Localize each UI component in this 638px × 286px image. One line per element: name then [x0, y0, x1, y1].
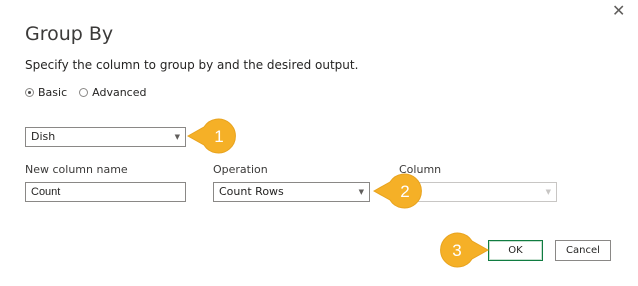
callout-1-number: 1 [214, 127, 223, 146]
chevron-down-icon: ▼ [545, 188, 551, 196]
operation-dropdown[interactable]: Count Rows ▼ [213, 182, 370, 202]
cancel-button[interactable]: Cancel [555, 240, 611, 261]
operation-label: Operation [213, 163, 268, 176]
callout-1-badge: 1 [186, 118, 236, 154]
new-column-name-label: New column name [25, 163, 128, 176]
callout-3-badge: 3 [440, 232, 490, 268]
chevron-down-icon: ▼ [358, 188, 364, 196]
radio-advanced-indicator [79, 88, 89, 97]
callout-2-badge: 2 [372, 173, 422, 209]
operation-value: Count Rows [219, 185, 284, 198]
chevron-down-icon: ▼ [174, 133, 180, 141]
group-by-column-value: Dish [31, 130, 56, 143]
radio-basic-label: Basic [38, 86, 68, 99]
dialog-subtitle: Specify the column to group by and the d… [25, 58, 359, 72]
callout-3-number: 3 [452, 241, 461, 260]
mode-radio-group: Basic Advanced [25, 86, 158, 99]
radio-basic[interactable]: Basic [25, 86, 67, 99]
radio-advanced-label: Advanced [92, 86, 147, 99]
new-column-name-input[interactable] [25, 182, 186, 202]
close-icon[interactable]: ✕ [612, 3, 625, 19]
group-by-column-dropdown[interactable]: Dish ▼ [25, 127, 186, 147]
callout-2-number: 2 [400, 182, 409, 201]
radio-basic-indicator [25, 88, 34, 97]
ok-button[interactable]: OK [488, 240, 543, 261]
radio-advanced[interactable]: Advanced [79, 86, 146, 99]
dialog-title: Group By [25, 23, 114, 45]
